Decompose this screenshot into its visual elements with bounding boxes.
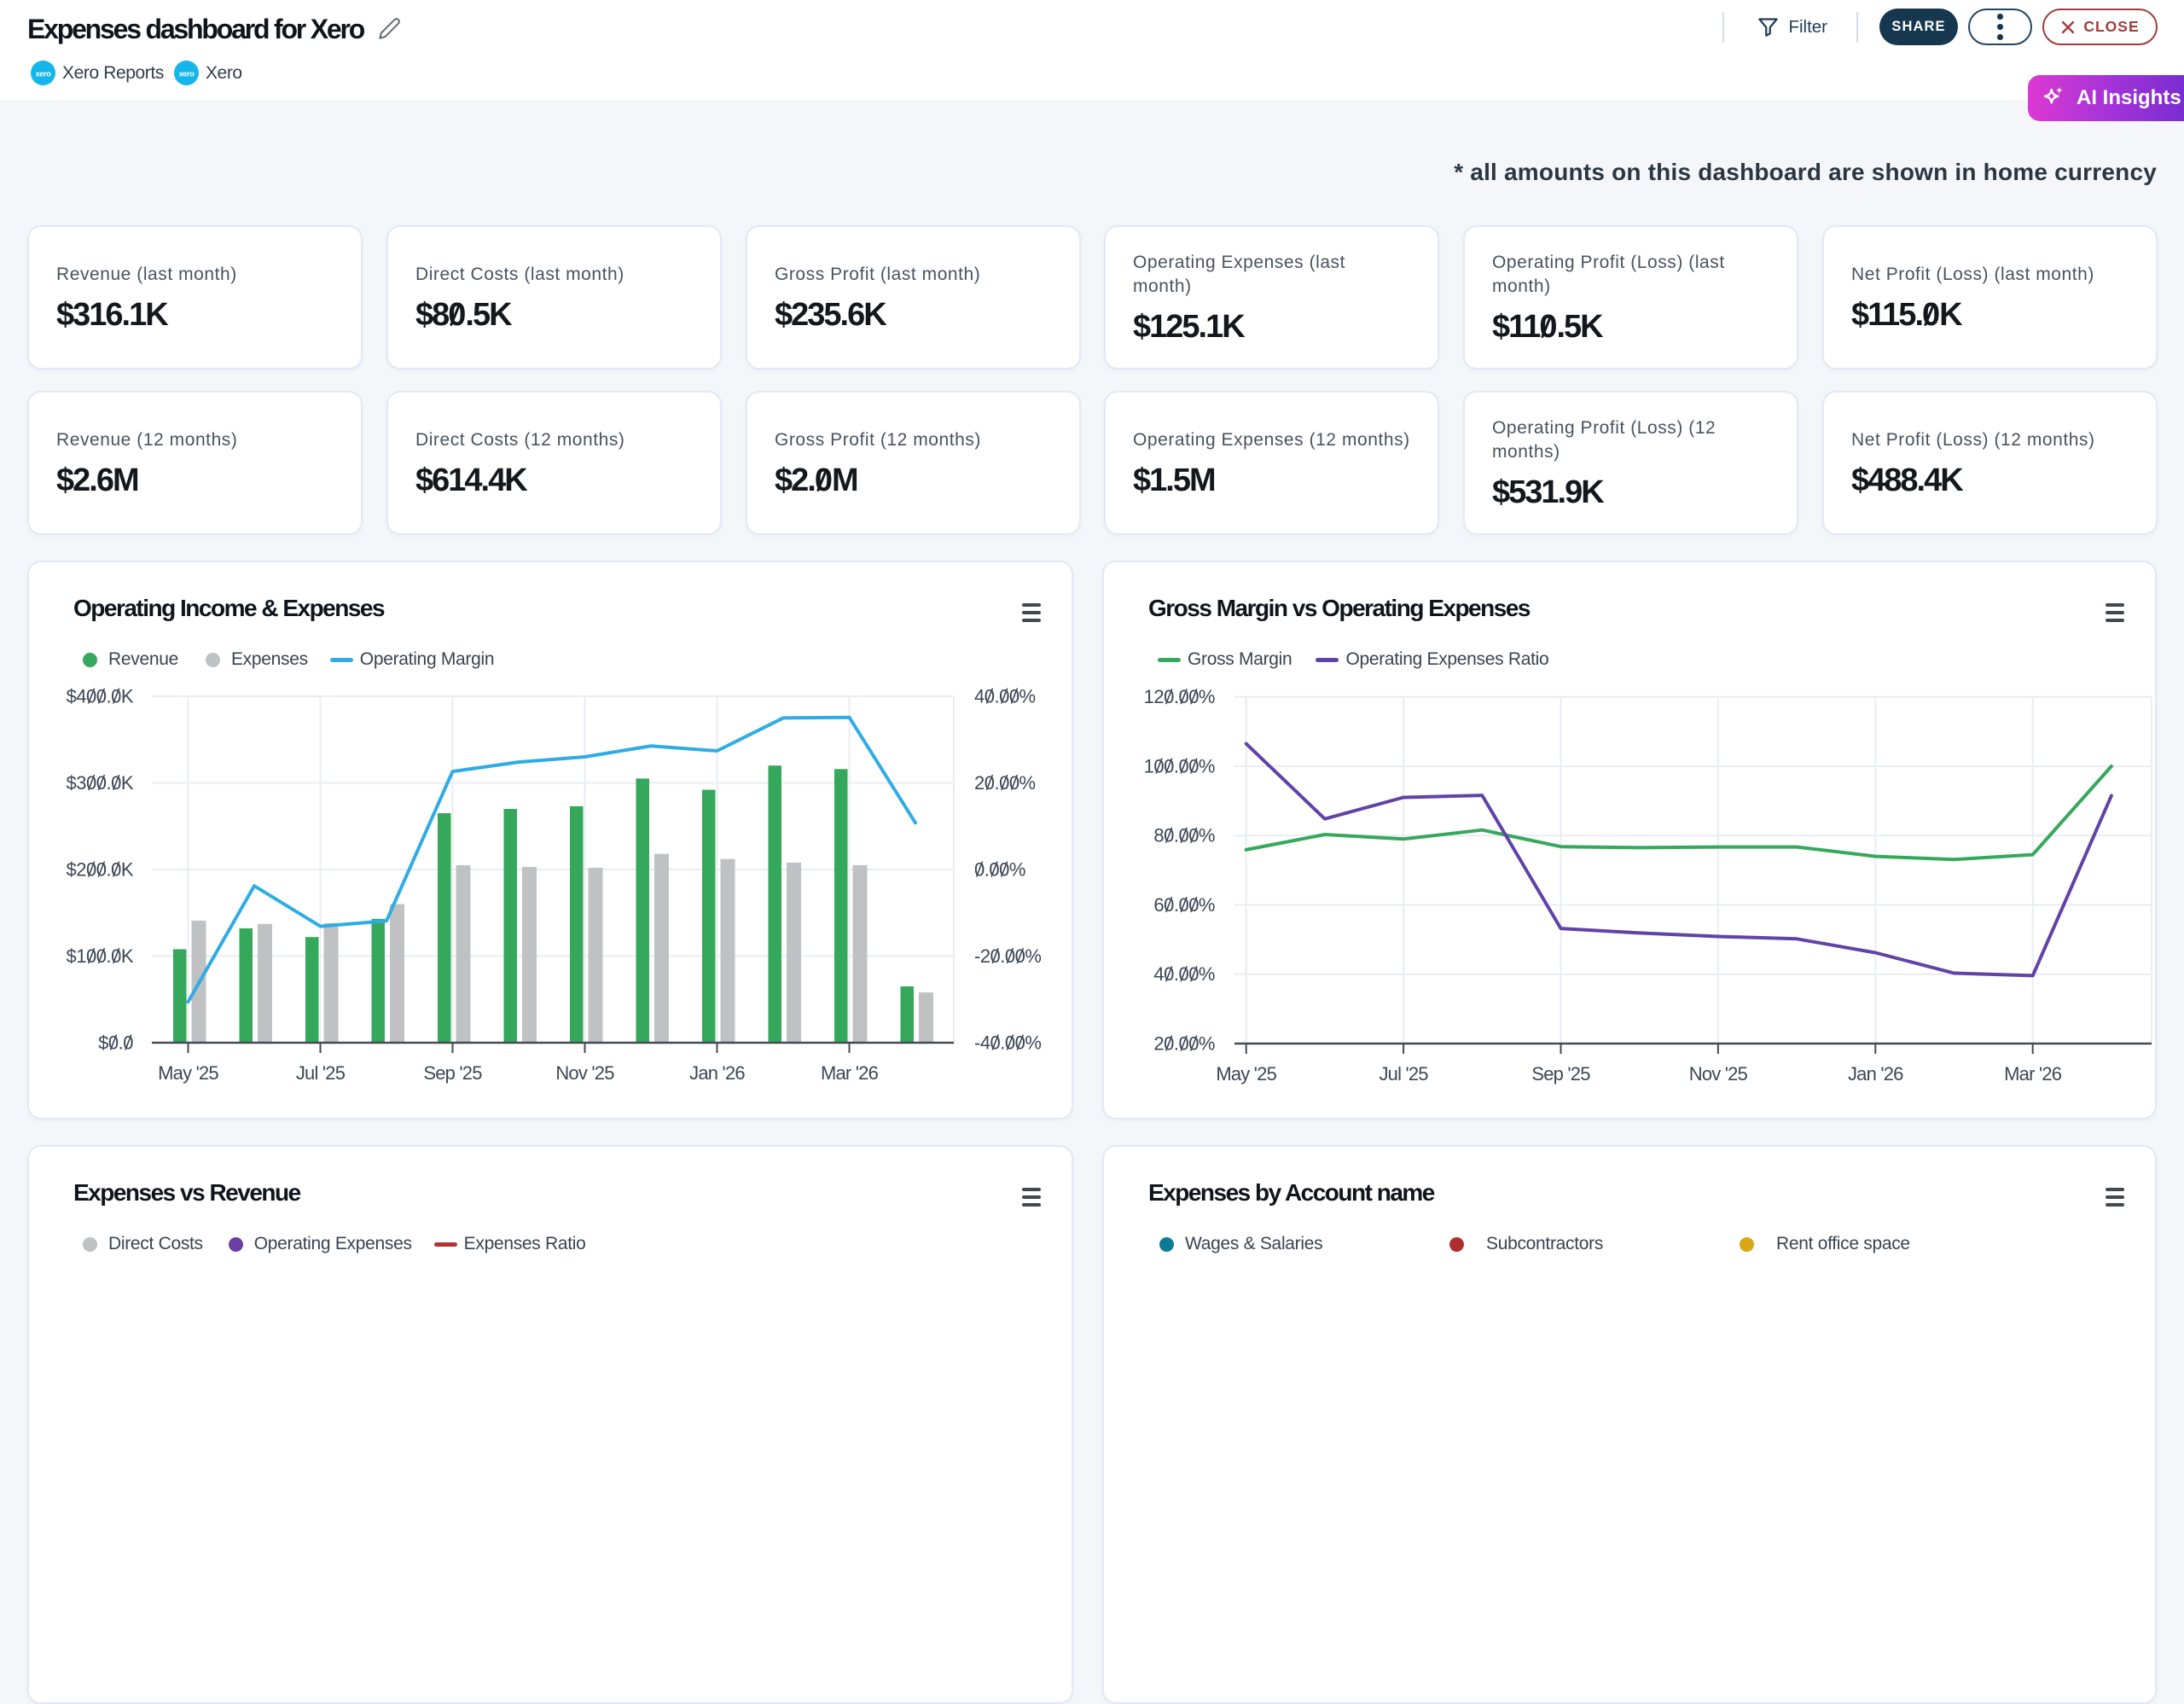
- svg-text:$200.0K: $200.0K: [67, 859, 134, 881]
- svg-text:-20.00%: -20.00%: [974, 945, 1041, 967]
- svg-text:Mar '26: Mar '26: [2004, 1063, 2062, 1085]
- svg-text:Sep '25: Sep '25: [1531, 1063, 1590, 1085]
- svg-text:May '25: May '25: [1216, 1063, 1276, 1085]
- svg-text:xero: xero: [36, 69, 52, 78]
- svg-text:Nov '25: Nov '25: [555, 1062, 614, 1084]
- svg-text:$400.0K: $400.0K: [67, 686, 134, 707]
- svg-text:-40.00%: -40.00%: [974, 1032, 1041, 1054]
- svg-text:$300.0K: $300.0K: [67, 772, 134, 794]
- svg-text:xero: xero: [179, 69, 195, 78]
- svg-text:Jul '25: Jul '25: [296, 1062, 346, 1084]
- svg-text:120.00%: 120.00%: [1144, 686, 1215, 707]
- svg-text:May '25: May '25: [158, 1062, 218, 1084]
- svg-text:Jan '26: Jan '26: [689, 1062, 745, 1084]
- svg-text:$100.0K: $100.0K: [67, 945, 134, 967]
- svg-text:Sep '25: Sep '25: [423, 1062, 482, 1084]
- svg-text:100.00%: 100.00%: [1144, 756, 1215, 777]
- svg-text:Mar '26: Mar '26: [821, 1062, 879, 1084]
- svg-text:Nov '25: Nov '25: [1689, 1063, 1748, 1085]
- svg-text:Jan '26: Jan '26: [1848, 1063, 1903, 1085]
- svg-text:Jul '25: Jul '25: [1379, 1063, 1428, 1085]
